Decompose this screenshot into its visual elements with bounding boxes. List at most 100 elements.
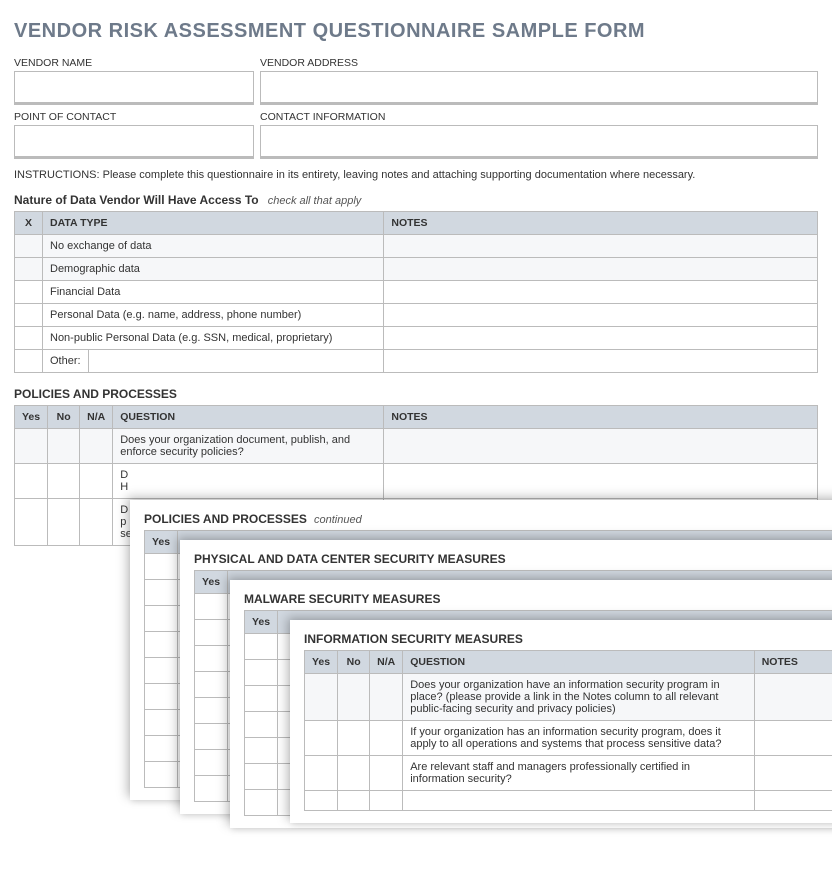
question-cell: Does your organization document, publish… <box>113 429 384 464</box>
yes-cell[interactable] <box>245 660 278 686</box>
header-yes: Yes <box>245 611 278 634</box>
no-cell[interactable] <box>48 429 80 464</box>
page-main: VENDOR RISK ASSESSMENT QUESTIONNAIRE SAM… <box>0 0 832 566</box>
field-contact-info: CONTACT INFORMATION <box>260 111 818 159</box>
yes-cell[interactable] <box>195 698 228 724</box>
notes-cell[interactable] <box>754 756 832 791</box>
infosec-title: INFORMATION SECURITY MEASURES <box>304 632 523 646</box>
poc-input[interactable] <box>14 125 254 159</box>
field-vendor-name: VENDOR NAME <box>14 57 254 105</box>
table-row <box>305 791 832 811</box>
table-row: Personal Data (e.g. name, address, phone… <box>15 304 818 327</box>
policies-header-no: No <box>48 406 80 429</box>
yes-cell[interactable] <box>145 606 178 632</box>
na-cell[interactable] <box>370 721 403 756</box>
no-cell[interactable] <box>338 674 370 721</box>
checkbox-cell[interactable] <box>15 258 43 281</box>
table-row-other: Other: <box>15 350 818 373</box>
yes-cell[interactable] <box>195 672 228 698</box>
notes-cell[interactable] <box>384 235 818 258</box>
nature-header-row: X DATA TYPE NOTES <box>15 212 818 235</box>
table-row: Demographic data <box>15 258 818 281</box>
yes-cell[interactable] <box>195 620 228 646</box>
notes-cell[interactable] <box>384 464 818 499</box>
nature-header-notes: NOTES <box>384 212 818 235</box>
notes-cell[interactable] <box>384 281 818 304</box>
na-cell[interactable] <box>370 674 403 721</box>
table-row: D H <box>15 464 818 499</box>
checkbox-cell[interactable] <box>15 281 43 304</box>
policies-header-na: N/A <box>80 406 113 429</box>
infosec-header-no: No <box>338 651 370 674</box>
yes-cell[interactable] <box>15 464 48 499</box>
yes-cell[interactable] <box>145 736 178 762</box>
yes-cell[interactable] <box>195 646 228 672</box>
na-cell[interactable] <box>80 499 113 546</box>
other-input[interactable] <box>89 350 384 372</box>
na-cell[interactable] <box>370 791 403 811</box>
yes-cell[interactable] <box>145 710 178 736</box>
yes-cell[interactable] <box>145 684 178 710</box>
no-cell[interactable] <box>338 721 370 756</box>
notes-cell[interactable] <box>754 674 832 721</box>
notes-cell[interactable] <box>384 327 818 350</box>
policies-header-row: Yes No N/A QUESTION NOTES <box>15 406 818 429</box>
yes-cell[interactable] <box>245 738 278 764</box>
yes-cell[interactable] <box>145 762 178 788</box>
yes-cell[interactable] <box>145 632 178 658</box>
nature-section-header: Nature of Data Vendor Will Have Access T… <box>14 193 818 207</box>
nature-header-datatype: DATA TYPE <box>43 212 384 235</box>
data-type-cell: Financial Data <box>43 281 384 304</box>
checkbox-cell[interactable] <box>15 304 43 327</box>
yes-cell[interactable] <box>195 776 228 802</box>
table-row: Are relevant staff and managers professi… <box>305 756 832 791</box>
notes-cell[interactable] <box>384 429 818 464</box>
yes-cell[interactable] <box>245 790 278 816</box>
field-row-2: POINT OF CONTACT CONTACT INFORMATION <box>14 111 818 159</box>
yes-cell[interactable] <box>305 721 338 756</box>
yes-cell[interactable] <box>195 750 228 776</box>
infosec-header-question: QUESTION <box>403 651 754 674</box>
yes-cell[interactable] <box>245 634 278 660</box>
infosec-header-na: N/A <box>370 651 403 674</box>
page-infosec: INFORMATION SECURITY MEASURES Yes No N/A… <box>290 620 832 823</box>
na-cell[interactable] <box>80 429 113 464</box>
notes-cell[interactable] <box>754 791 832 811</box>
yes-cell[interactable] <box>145 554 178 580</box>
yes-cell[interactable] <box>15 429 48 464</box>
yes-cell[interactable] <box>305 674 338 721</box>
yes-cell[interactable] <box>145 580 178 606</box>
yes-cell[interactable] <box>245 686 278 712</box>
checkbox-cell[interactable] <box>15 350 43 373</box>
no-cell[interactable] <box>338 756 370 791</box>
notes-cell[interactable] <box>384 304 818 327</box>
yes-cell[interactable] <box>245 764 278 790</box>
infosec-header-notes: NOTES <box>754 651 832 674</box>
question-cell: Are relevant staff and managers professi… <box>403 756 754 791</box>
notes-cell[interactable] <box>384 350 818 373</box>
yes-cell[interactable] <box>15 499 48 546</box>
na-cell[interactable] <box>80 464 113 499</box>
na-cell[interactable] <box>370 756 403 791</box>
vendor-address-input[interactable] <box>260 71 818 105</box>
checkbox-cell[interactable] <box>15 327 43 350</box>
yes-cell[interactable] <box>195 724 228 750</box>
data-type-cell: Non-public Personal Data (e.g. SSN, medi… <box>43 327 384 350</box>
no-cell[interactable] <box>48 499 80 546</box>
instructions-text: INSTRUCTIONS: Please complete this quest… <box>14 169 818 181</box>
contact-info-label: CONTACT INFORMATION <box>260 111 818 123</box>
no-cell[interactable] <box>48 464 80 499</box>
yes-cell[interactable] <box>245 712 278 738</box>
notes-cell[interactable] <box>384 258 818 281</box>
nature-title: Nature of Data Vendor Will Have Access T… <box>14 193 259 207</box>
notes-cell[interactable] <box>754 721 832 756</box>
contact-info-input[interactable] <box>260 125 818 159</box>
vendor-name-input[interactable] <box>14 71 254 105</box>
field-poc: POINT OF CONTACT <box>14 111 254 159</box>
yes-cell[interactable] <box>305 791 338 811</box>
yes-cell[interactable] <box>195 594 228 620</box>
yes-cell[interactable] <box>145 658 178 684</box>
yes-cell[interactable] <box>305 756 338 791</box>
checkbox-cell[interactable] <box>15 235 43 258</box>
no-cell[interactable] <box>338 791 370 811</box>
